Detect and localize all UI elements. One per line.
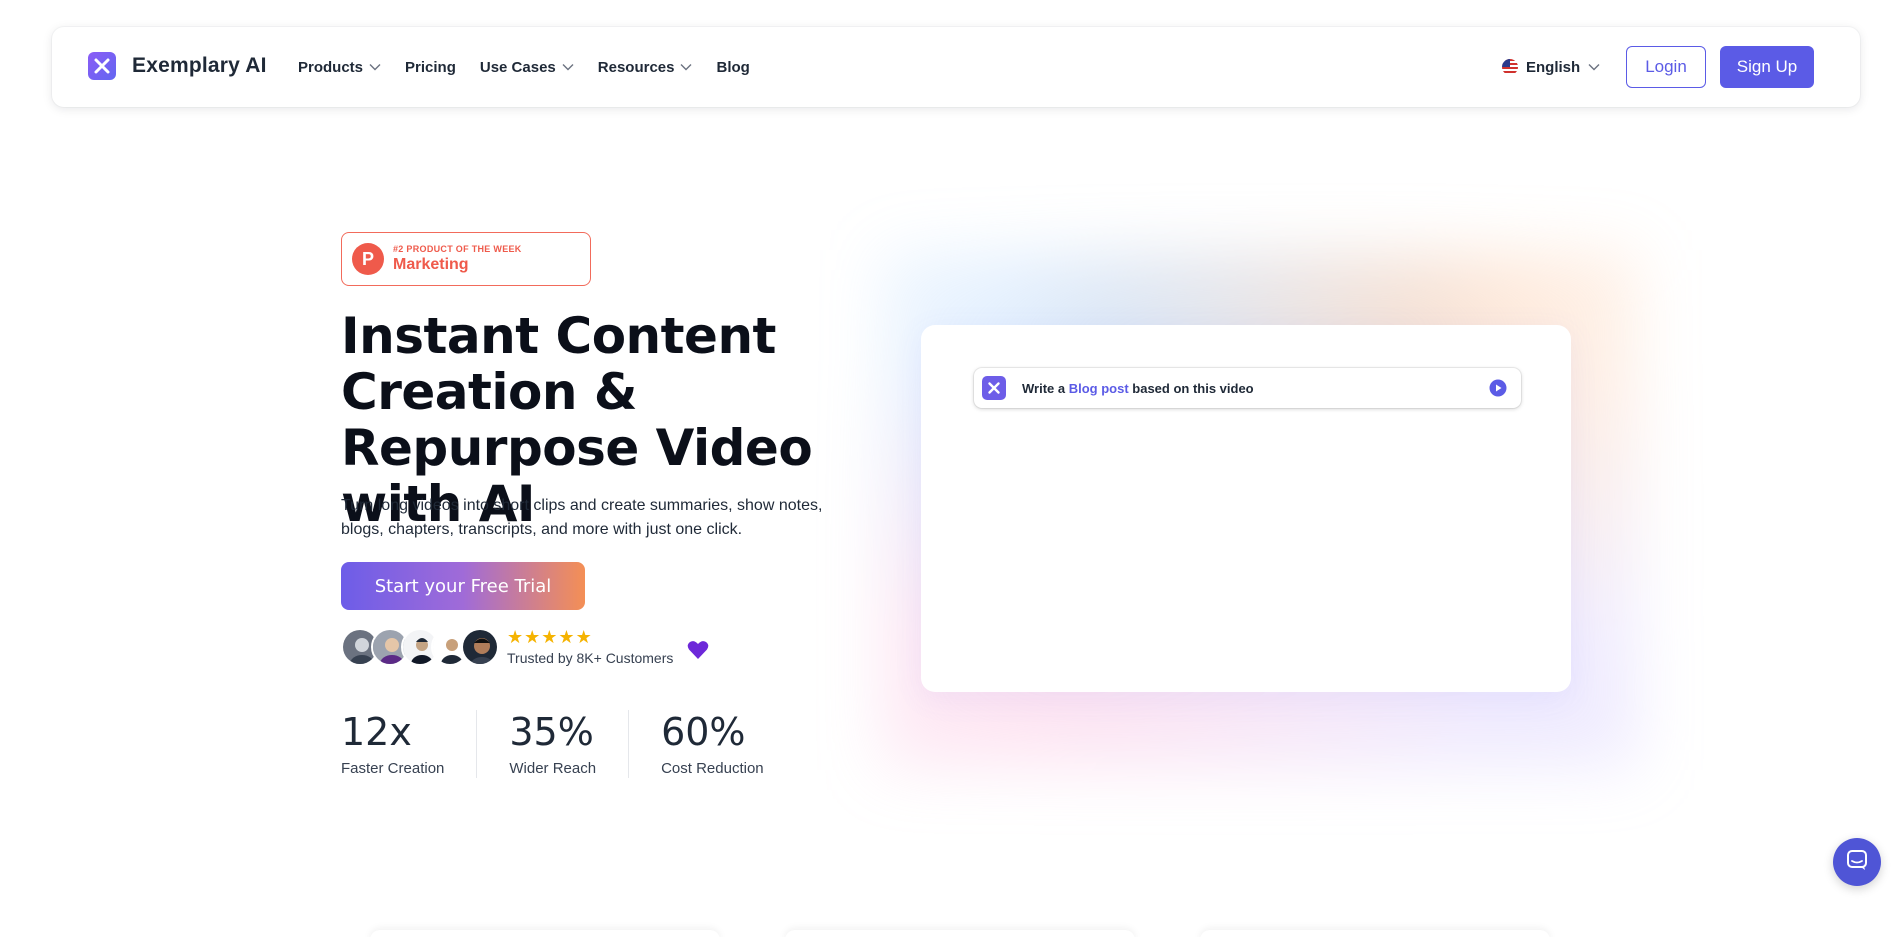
chevron-down-icon xyxy=(562,63,574,71)
badge-title: Marketing xyxy=(393,256,469,273)
badge-kicker: #2 PRODUCT OF THE WEEK xyxy=(393,244,522,254)
signup-button[interactable]: Sign Up xyxy=(1720,46,1814,88)
stat-label: Faster Creation xyxy=(341,760,445,777)
prompt-prefix: Write a xyxy=(1022,380,1069,396)
product-hunt-badge[interactable]: P #2 PRODUCT OF THE WEEK Marketing xyxy=(341,232,591,286)
brand-logo-link[interactable]: Exemplary AI xyxy=(88,52,267,80)
nav-resources[interactable]: Resources xyxy=(598,59,693,76)
top-navbar: Exemplary AI Products Pricing Use Cases … xyxy=(52,27,1860,107)
heart-icon xyxy=(687,640,709,660)
rating-block: ★ ★ ★ ★ ★ Trusted by 8K+ Customers xyxy=(507,628,673,666)
star-icon: ★ xyxy=(558,627,575,647)
nav-pricing-label: Pricing xyxy=(405,58,456,76)
stat-label: Wider Reach xyxy=(509,760,597,777)
nav-blog[interactable]: Blog xyxy=(716,59,749,76)
nav-pricing[interactable]: Pricing xyxy=(405,59,456,76)
star-icon: ★ xyxy=(541,627,558,647)
chevron-down-icon xyxy=(1588,63,1600,71)
ai-preview-card: Write a Blog post based on this video xyxy=(921,325,1571,692)
exemplary-logo-icon xyxy=(88,52,116,80)
nav-resources-label: Resources xyxy=(597,58,675,76)
stats-row: 12x Faster Creation 35% Wider Reach 60% … xyxy=(341,710,828,778)
language-label: English xyxy=(1526,58,1581,76)
us-flag-icon xyxy=(1502,59,1518,75)
chat-launcher-button[interactable] xyxy=(1833,838,1881,886)
exemplary-logo-icon xyxy=(982,376,1006,400)
nav-products-label: Products xyxy=(298,58,364,76)
start-free-trial-button[interactable]: Start your Free Trial xyxy=(341,562,585,610)
feature-card-peek xyxy=(1200,930,1550,937)
feature-card-peek xyxy=(370,930,720,937)
prompt-bar[interactable]: Write a Blog post based on this video xyxy=(974,368,1521,408)
prompt-highlight: Blog post xyxy=(1068,380,1129,396)
star-rating: ★ ★ ★ ★ ★ xyxy=(507,628,673,646)
main-nav: Products Pricing Use Cases Resources Blo… xyxy=(298,27,774,107)
feature-card-peek xyxy=(785,930,1135,937)
nav-products[interactable]: Products xyxy=(298,59,381,76)
chevron-down-icon xyxy=(369,63,381,71)
star-icon: ★ xyxy=(575,627,592,647)
chat-icon xyxy=(1846,849,1868,876)
product-hunt-icon: P xyxy=(352,243,384,275)
avatar xyxy=(461,628,499,666)
stat-label: Cost Reduction xyxy=(661,760,764,777)
send-icon[interactable] xyxy=(1489,379,1507,397)
star-icon: ★ xyxy=(524,627,541,647)
badge-text: #2 PRODUCT OF THE WEEK Marketing xyxy=(393,244,522,274)
prompt-text: Write a Blog post based on this video xyxy=(1022,381,1254,396)
star-icon: ★ xyxy=(507,627,524,647)
hero-subtitle: Turn long videos into short clips and cr… xyxy=(341,497,823,538)
stat-wider-reach: 35% Wider Reach xyxy=(509,710,630,778)
stat-faster-creation: 12x Faster Creation xyxy=(341,710,478,778)
chevron-down-icon xyxy=(680,63,692,71)
language-selector[interactable]: English xyxy=(1502,27,1600,107)
stat-value: 12x xyxy=(341,710,412,754)
stat-value: 35% xyxy=(509,710,594,754)
nav-blog-label: Blog xyxy=(716,58,750,76)
stat-cost-reduction: 60% Cost Reduction xyxy=(661,710,796,778)
login-button[interactable]: Login xyxy=(1626,46,1706,88)
stat-value: 60% xyxy=(661,710,746,754)
nav-use-cases-label: Use Cases xyxy=(479,58,556,76)
trusted-text: Trusted by 8K+ Customers xyxy=(507,650,674,666)
nav-use-cases[interactable]: Use Cases xyxy=(480,59,574,76)
prompt-suffix: based on this video xyxy=(1128,380,1254,396)
brand-name: Exemplary AI xyxy=(132,54,267,77)
customer-avatars xyxy=(341,628,499,666)
social-proof: ★ ★ ★ ★ ★ Trusted by 8K+ Customers xyxy=(341,628,709,666)
